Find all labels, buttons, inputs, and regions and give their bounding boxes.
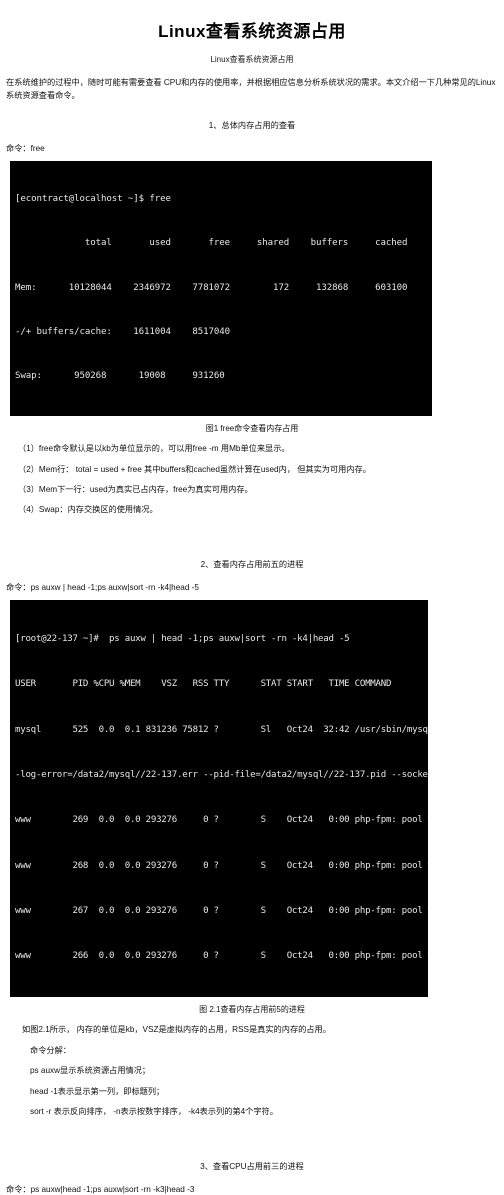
terminal-line: www 268 0.0 0.0 293276 0 ? S Oct24 0:00 … — [15, 860, 428, 871]
section-1-command: 命令：free — [6, 143, 45, 153]
section-1-note: （4）Swap：内存交换区的使用情况。 — [18, 505, 158, 515]
page-title: Linux查看系统资源占用 — [158, 22, 346, 41]
document-page: Linux查看系统资源占用 Linux查看系统资源占用 在系统维护的过程中，随时… — [0, 22, 504, 1194]
terminal-line: www 266 0.0 0.0 293276 0 ? S Oct24 0:00 … — [15, 951, 428, 962]
terminal-line: USER PID %CPU %MEM VSZ RSS TTY STAT STAR… — [15, 679, 392, 690]
decompose-label: 命令分解： — [30, 1045, 71, 1055]
decompose-step: ps auxw显示系统资源占用情况； — [30, 1066, 151, 1076]
section-2-heading: 2、查看内存占用前五的进程 — [200, 559, 304, 569]
section-1-note: （3）Mem下一行：used为真实已占内存，free为真实可用内存。 — [18, 484, 253, 494]
terminal-line: -/+ buffers/cache: 1611004 8517040 — [15, 326, 230, 337]
terminal-line: -log-error=/data2/mysql//22-137.err --pi… — [15, 769, 428, 780]
section-3-heading: 3、查看CPU占用前三的进程 — [200, 1161, 304, 1171]
terminal-line: [root@22-137 ~]# ps auxw | head -1;ps au… — [15, 634, 350, 645]
figure-1-caption: 图1 free命令查看内存占用 — [205, 424, 299, 434]
figure-2-caption: 图 2.1查看内存占用前5的进程 — [199, 1005, 305, 1015]
terminal-line: Mem: 10128044 2346972 7781072 172 132868… — [15, 282, 408, 293]
section-3-command: 命令：ps auxw|head -1;ps auxw|sort -rn -k3|… — [6, 1184, 195, 1194]
section-1-note: （2）Mem行： total = used + free 其中buffers和c… — [18, 464, 371, 474]
terminal-line: Swap: 950268 19008 931260 — [15, 370, 225, 381]
terminal-line: www 269 0.0 0.0 293276 0 ? S Oct24 0:00 … — [15, 815, 428, 826]
terminal-line: [econtract@localhost ~]$ free — [15, 194, 171, 205]
document-subtitle: Linux查看系统资源占用 — [210, 55, 294, 65]
intro-paragraph: 在系统维护的过程中，随时可能有需要查看 CPU和内存的使用率，并根据相应信息分析… — [6, 78, 496, 101]
decompose-step: sort -r 表示反向排序， -n表示按数字排序， -k4表示列的第4个字符。 — [30, 1107, 278, 1117]
section-1-heading: 1、总体内存占用的查看 — [208, 120, 296, 130]
section-2-command: 命令：ps auxw | head -1;ps auxw|sort -rn -k… — [6, 582, 199, 592]
terminal-free-output: [econtract@localhost ~]$ free total used… — [10, 160, 432, 417]
section-1-note: （1）free命令默认是以kb为单位显示的，可以用free -m 用Mb单位来显… — [18, 444, 290, 454]
terminal-line: total used free shared buffers cached — [15, 238, 408, 249]
decompose-step: head -1表示显示第一列，即标题列； — [30, 1086, 165, 1096]
terminal-ps-output: [root@22-137 ~]# ps auxw | head -1;ps au… — [10, 599, 428, 998]
terminal-line: www 267 0.0 0.0 293276 0 ? S Oct24 0:00 … — [15, 905, 428, 916]
terminal-line: mysql 525 0.0 0.1 831236 75812 ? Sl Oct2… — [15, 724, 428, 735]
section-2-explain: 如图2.1所示， 内存的单位是kb，VSZ是虚拟内存的占用，RSS是真实的内存的… — [22, 1025, 331, 1035]
